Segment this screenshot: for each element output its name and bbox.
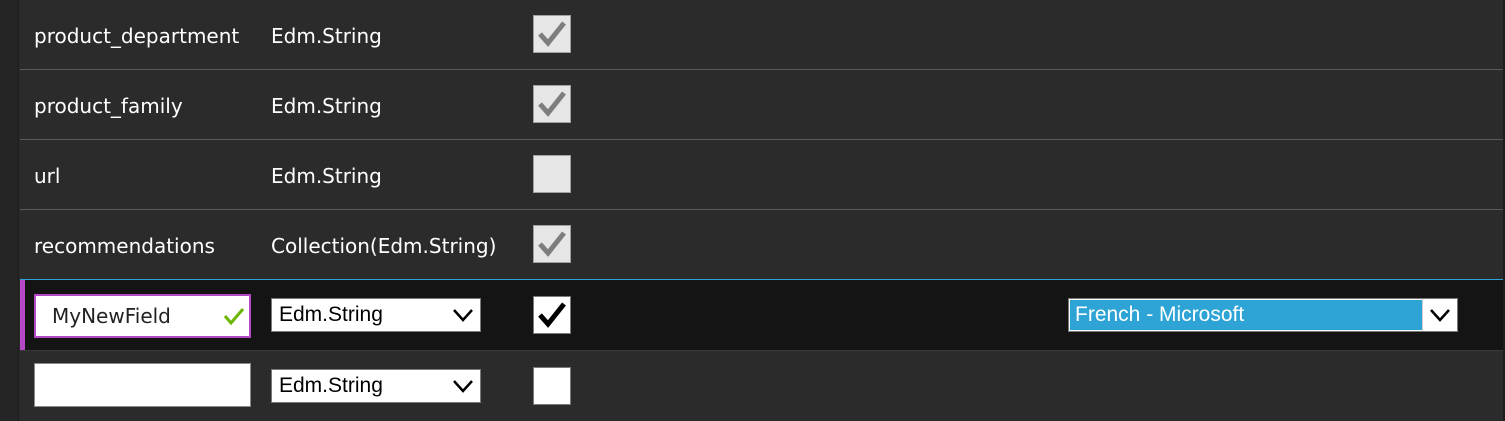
field-type: Collection(Edm.String) bbox=[271, 234, 497, 258]
table-row[interactable]: recommendations Collection(Edm.String) bbox=[20, 210, 1503, 280]
new-field-row[interactable]: MyNewField Edm.String French - Microsoft bbox=[20, 279, 1503, 351]
field-name: product_family bbox=[34, 94, 183, 118]
retrievable-checkbox[interactable] bbox=[533, 85, 571, 123]
retrievable-checkbox[interactable] bbox=[533, 225, 571, 263]
retrievable-checkbox[interactable] bbox=[533, 155, 571, 193]
field-type: Edm.String bbox=[271, 164, 382, 188]
analyzer-dropdown-button[interactable] bbox=[1422, 299, 1457, 331]
field-name-value: MyNewField bbox=[52, 304, 171, 328]
checkmark-icon bbox=[538, 302, 566, 328]
chevron-down-icon bbox=[1430, 309, 1450, 322]
checkmark-icon bbox=[538, 91, 566, 117]
field-type-value: Edm.String bbox=[279, 374, 383, 397]
field-name: recommendations bbox=[34, 234, 215, 258]
checkmark-icon bbox=[538, 231, 566, 257]
index-fields-grid: product_department Edm.String product_fa… bbox=[0, 0, 1505, 421]
table-row[interactable]: product_department Edm.String bbox=[20, 0, 1503, 70]
grid-left-gutter bbox=[0, 0, 19, 421]
chevron-down-icon bbox=[453, 380, 473, 393]
retrievable-checkbox[interactable] bbox=[533, 367, 571, 405]
field-type-select[interactable]: Edm.String bbox=[271, 369, 481, 403]
retrievable-checkbox[interactable] bbox=[533, 15, 571, 53]
table-row[interactable]: product_family Edm.String bbox=[20, 70, 1503, 140]
field-type-value: Edm.String bbox=[279, 303, 383, 326]
field-name: url bbox=[34, 164, 61, 188]
retrievable-checkbox[interactable] bbox=[533, 296, 571, 334]
field-type-select[interactable]: Edm.String bbox=[271, 298, 481, 332]
table-row[interactable]: url Edm.String bbox=[20, 140, 1503, 210]
field-name-input[interactable] bbox=[34, 363, 251, 407]
field-type: Edm.String bbox=[271, 94, 382, 118]
valid-check-icon bbox=[223, 308, 245, 326]
field-name: product_department bbox=[34, 24, 240, 48]
field-name-input[interactable]: MyNewField bbox=[34, 294, 251, 338]
analyzer-select[interactable]: French - Microsoft bbox=[1068, 298, 1458, 332]
field-type: Edm.String bbox=[271, 24, 382, 48]
empty-field-row[interactable]: Edm.String bbox=[20, 351, 1503, 421]
analyzer-value: French - Microsoft bbox=[1070, 300, 1422, 330]
checkmark-icon bbox=[538, 21, 566, 47]
chevron-down-icon bbox=[453, 309, 473, 322]
